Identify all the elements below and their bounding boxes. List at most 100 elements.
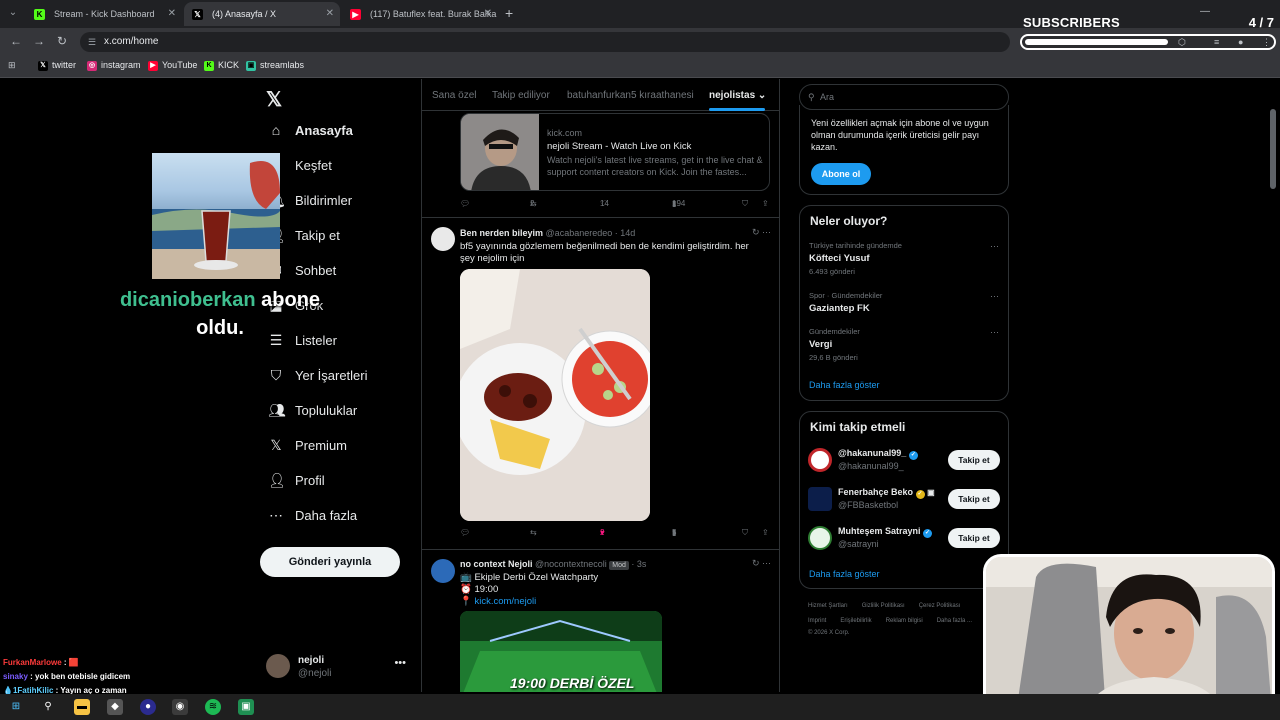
profile-icon[interactable]: ● xyxy=(1238,37,1243,47)
tweet-author-name[interactable]: Ben nerden bileyim xyxy=(460,228,543,238)
tab-list-nejolistas[interactable]: nejolistas ⌄ xyxy=(709,90,766,101)
subscribe-button[interactable]: Abone ol xyxy=(811,163,871,185)
share-icon[interactable]: ⇪ xyxy=(762,528,769,537)
apps-icon[interactable]: ⊞ xyxy=(8,60,16,71)
avatar[interactable] xyxy=(431,227,455,251)
footer-link[interactable]: Reklam bilgisi xyxy=(886,618,923,624)
tweet-header: Ben nerden bileyim @acabaneredeo · 14d xyxy=(460,228,635,238)
bookmark-streamlabs[interactable]: ▣ streamlabs xyxy=(246,60,304,71)
follow-suggestion[interactable]: Fenerbahçe Beko ✓ ▣ @FBBasketbol Takip e… xyxy=(808,484,1000,514)
x-icon: 𝕏 xyxy=(38,61,48,71)
account-name: nejoli xyxy=(298,655,325,666)
extension-icon[interactable]: ⬡ xyxy=(1178,37,1186,48)
menu-icon[interactable]: ⋮ xyxy=(1262,37,1271,48)
url-field[interactable]: ☰ x.com/home xyxy=(80,32,1010,52)
follow-show-more-link[interactable]: Daha fazla göster xyxy=(809,569,880,579)
avatar xyxy=(808,526,832,550)
tab-search-icon[interactable]: ⌄ xyxy=(4,4,22,22)
nav-item-label: Yer İşaretleri xyxy=(295,368,368,383)
nav-item-profile[interactable]: 👤︎ Profil xyxy=(268,472,325,496)
search-icon[interactable]: ⚲ xyxy=(40,699,56,715)
close-tab-icon[interactable]: ✕ xyxy=(484,2,492,26)
chrome-icon[interactable]: ◉ xyxy=(172,699,188,715)
post-button[interactable]: Gönderi yayınla xyxy=(260,547,400,577)
footer-link[interactable]: Çerez Politikası xyxy=(919,603,961,609)
tweet-more-icon[interactable]: ↻ ⋯ xyxy=(752,558,771,569)
nav-item-x[interactable]: 𝕏 Premium xyxy=(268,437,347,461)
bookmark-icon[interactable]: ⛉ xyxy=(742,528,748,538)
reload-icon[interactable]: ↻ xyxy=(57,34,67,48)
follow-button[interactable]: Takip et xyxy=(948,489,1000,509)
bookmark-instagram[interactable]: ◎ instagram xyxy=(87,60,141,71)
forward-icon[interactable]: → xyxy=(33,34,45,48)
tab-following[interactable]: Takip ediliyor xyxy=(492,90,550,101)
obs-icon[interactable]: ● xyxy=(140,699,156,715)
close-tab-icon[interactable]: ✕ xyxy=(168,2,176,26)
bookmark-kick[interactable]: K KICK xyxy=(204,60,239,71)
bookmark-icon[interactable]: ⛉ xyxy=(742,199,748,209)
file-explorer-icon[interactable]: ▬ xyxy=(74,699,90,715)
footer-link[interactable]: Gizlilik Politikası xyxy=(862,603,905,609)
page-scrollbar[interactable] xyxy=(1270,109,1276,189)
trend-item[interactable]: Spor · Gündemdekiler Gaziantep FK ⋯ xyxy=(809,291,999,314)
back-icon[interactable]: ← xyxy=(10,34,22,48)
media-icon[interactable]: ≡ xyxy=(1214,37,1219,47)
nav-item-home[interactable]: ⌂ Anasayfa xyxy=(268,122,353,146)
bookmark-youtube[interactable]: ▶ YouTube xyxy=(148,60,197,71)
tab-kick-dashboard[interactable]: K Stream - Kick Dashboard ✕ xyxy=(26,2,182,26)
nav-item-bookmark[interactable]: ⛉ Yer İşaretleri xyxy=(268,367,368,391)
footer-link[interactable]: Daha fazla ... xyxy=(937,618,972,624)
windows-start-icon[interactable]: ⊞ xyxy=(8,699,24,715)
app-icon[interactable]: ◆ xyxy=(107,699,123,715)
trends-show-more-link[interactable]: Daha fazla göster xyxy=(809,380,880,390)
footer-link[interactable]: Imprint xyxy=(808,618,826,624)
x-logo-icon[interactable]: 𝕏 xyxy=(266,87,282,112)
tab-x-home[interactable]: 𝕏 (4) Anasayfa / X ✕ xyxy=(184,2,340,26)
nav-item-communities[interactable]: 👥︎ Topluluklar xyxy=(268,402,357,426)
alert-text-2: oldu. xyxy=(196,317,244,339)
avatar[interactable] xyxy=(431,559,455,583)
follow-button[interactable]: Takip et xyxy=(948,450,1000,470)
nav-item-bell[interactable]: 🔔︎Bildirimler xyxy=(268,192,352,216)
tab-youtube[interactable]: ▶ (117) Batuflex feat. Burak Balka ✕ xyxy=(342,2,498,26)
more-icon[interactable]: ⋯ xyxy=(990,241,999,252)
tab-list-kiraathane[interactable]: batuhanfurkan5 kıraathanesi xyxy=(567,90,694,101)
site-info-icon[interactable]: ☰ xyxy=(88,32,96,52)
new-tab-button[interactable]: + xyxy=(505,5,513,21)
tweet-author-name[interactable]: no context Nejoli xyxy=(460,559,533,569)
x-icon: 𝕏 xyxy=(270,437,282,453)
footer-link[interactable]: Erişilebilirlik xyxy=(840,618,871,624)
trend-count: 6.493 gönderi xyxy=(809,267,855,276)
retweet-icon[interactable]: ⇆ xyxy=(530,528,537,537)
footer-link[interactable]: Hizmet Şartları xyxy=(808,603,848,609)
more-icon[interactable]: ⋯ xyxy=(990,327,999,338)
tab-for-you[interactable]: Sana özel xyxy=(432,90,476,101)
follow-suggestion[interactable]: @hakanunal99_ ✓ @hakanunal99_ Takip et xyxy=(808,445,1000,475)
link-card[interactable]: kick.com nejoli Stream - Watch Live on K… xyxy=(460,113,770,191)
follow-button[interactable]: Takip et xyxy=(948,528,1000,548)
share-icon[interactable]: ⇪ xyxy=(762,199,769,208)
reply-icon[interactable]: 💬︎ xyxy=(460,199,470,208)
tweet-link[interactable]: kick.com/nejoli xyxy=(474,596,536,607)
close-tab-icon[interactable]: ✕ xyxy=(326,2,334,26)
spotify-icon[interactable]: ≋ xyxy=(205,699,221,715)
more-icon[interactable]: ••• xyxy=(394,657,406,669)
bookmark-twitter[interactable]: 𝕏twitter xyxy=(38,60,76,71)
tweet-image[interactable] xyxy=(460,269,650,521)
follow-suggestion[interactable]: Muhteşem Satrayni ✓ @satrayni Takip et xyxy=(808,523,1000,553)
more-icon[interactable]: ⋯ xyxy=(990,291,999,302)
account-switcher[interactable]: nejoli @nejoli ••• xyxy=(266,651,410,681)
nav-item-label: Premium xyxy=(295,438,348,453)
trend-item[interactable]: Türkiye tarihinde gündemde Köfteci Yusuf… xyxy=(809,241,999,276)
tweet-video[interactable]: 19:00 DERBİ ÖZEL xyxy=(460,611,662,692)
tweet-more-icon[interactable]: ↻ ⋯ xyxy=(752,227,771,238)
url-text: x.com/home xyxy=(104,36,159,47)
trend-count: 29,6 B gönderi xyxy=(809,353,858,362)
subscribers-label: SUBSCRIBERS xyxy=(1023,15,1120,30)
trend-category: Türkiye tarihinde gündemde xyxy=(809,241,902,250)
trend-item[interactable]: Gündemdekiler Vergi 29,6 B gönderi ⋯ xyxy=(809,327,999,362)
streamlabs-icon[interactable]: ▣ xyxy=(238,699,254,715)
nav-item-label: Keşfet xyxy=(295,158,332,173)
nav-item-more[interactable]: ⋯ Daha fazla xyxy=(268,507,357,531)
reply-icon[interactable]: 💬︎ xyxy=(460,528,470,537)
